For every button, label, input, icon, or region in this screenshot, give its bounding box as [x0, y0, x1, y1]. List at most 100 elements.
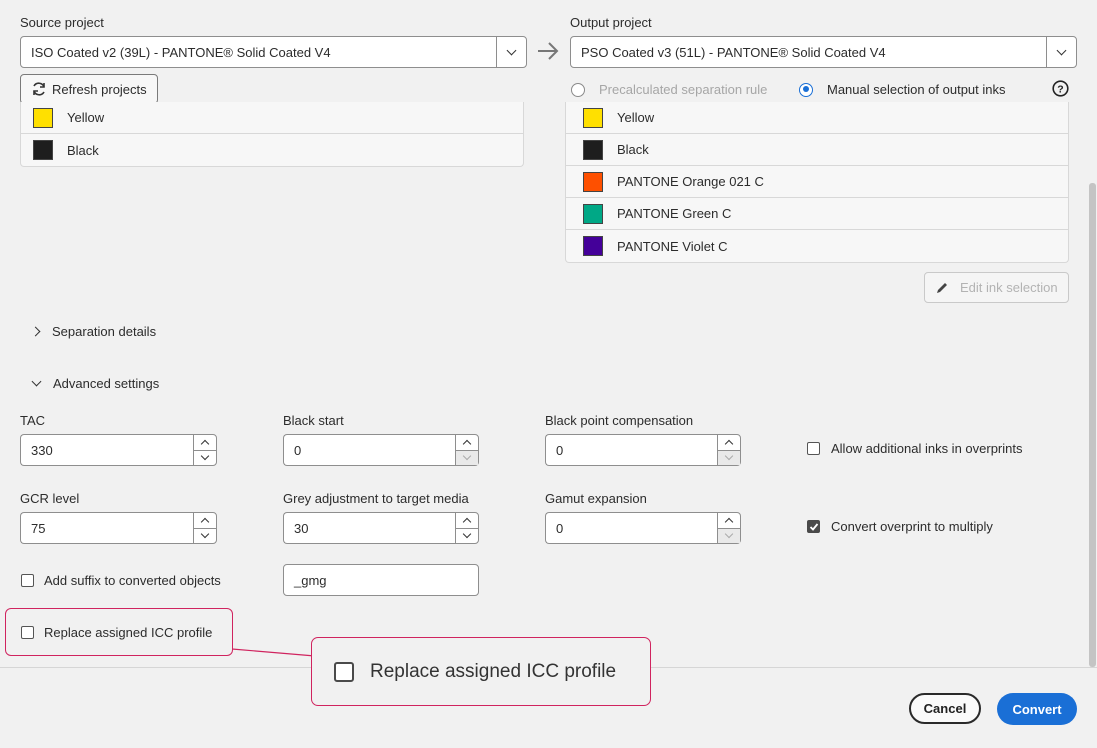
ink-name: PANTONE Violet C	[617, 238, 728, 254]
ink-name: Black	[67, 142, 99, 158]
grey-adjustment-stepper[interactable]: 30	[283, 512, 479, 544]
refresh-projects-label: Refresh projects	[52, 81, 147, 97]
checkbox-control[interactable]	[21, 574, 34, 587]
cancel-button[interactable]: Cancel	[909, 693, 981, 724]
list-item: PANTONE Green C	[566, 198, 1068, 230]
callout-label: Replace assigned ICC profile	[370, 660, 617, 682]
ink-swatch	[583, 203, 603, 224]
edit-ink-selection-button[interactable]: Edit ink selection	[924, 272, 1069, 303]
gamut-expansion-stepper[interactable]: 0	[545, 512, 741, 544]
ink-swatch	[583, 236, 603, 256]
radio-manual-label: Manual selection of output inks	[827, 82, 1006, 97]
bpc-stepper[interactable]: 0	[545, 434, 741, 466]
separation-details-toggle[interactable]: Separation details	[30, 324, 157, 339]
gcr-stepper[interactable]: 75	[20, 512, 217, 544]
increment-icon[interactable]	[194, 435, 216, 450]
list-item: PANTONE Orange 021 C	[566, 166, 1068, 198]
edit-ink-selection-label: Edit ink selection	[960, 280, 1058, 295]
convert-button[interactable]: Convert	[997, 693, 1077, 725]
list-item: Black	[566, 134, 1068, 166]
chevron-down-icon	[31, 376, 42, 387]
radio-precalculated[interactable]: Precalculated separation rule	[571, 82, 767, 97]
source-ink-list: Yellow Black	[20, 102, 524, 167]
ink-name: Black	[617, 142, 649, 157]
replace-icc-label: Replace assigned ICC profile	[44, 625, 213, 640]
black-start-stepper[interactable]: 0	[283, 434, 479, 466]
ink-name: PANTONE Green C	[617, 206, 732, 221]
separation-details-label: Separation details	[52, 324, 157, 339]
tac-label: TAC	[20, 413, 46, 428]
decrement-icon[interactable]	[194, 449, 216, 466]
help-icon[interactable]: ?	[1052, 80, 1069, 100]
increment-icon[interactable]	[194, 513, 216, 528]
increment-icon[interactable]	[456, 513, 478, 528]
output-project-dropdown[interactable]: PSO Coated v3 (51L) - PANTONE® Solid Coa…	[570, 36, 1077, 68]
decrement-icon[interactable]	[718, 449, 740, 465]
checkmark-icon	[809, 522, 818, 531]
black-start-label: Black start	[283, 413, 344, 428]
output-ink-list: Yellow Black PANTONE Orange 021 C PANTON…	[565, 102, 1069, 263]
list-item: Yellow	[566, 102, 1068, 134]
zoom-callout: Replace assigned ICC profile	[311, 637, 651, 706]
radio-manual-selection[interactable]: Manual selection of output inks	[799, 82, 1006, 97]
list-item: Yellow	[21, 102, 523, 134]
advanced-settings-label: Advanced settings	[53, 376, 160, 391]
arrow-right-icon	[536, 40, 560, 65]
radio-manual-control[interactable]	[799, 82, 813, 97]
svg-text:?: ?	[1057, 83, 1063, 95]
overprint-multiply-checkbox[interactable]: Convert overprint to multiply	[807, 519, 993, 534]
replace-icc-checkbox[interactable]: Replace assigned ICC profile	[21, 625, 212, 640]
increment-icon[interactable]	[718, 435, 740, 450]
tac-stepper[interactable]: 330	[20, 434, 217, 466]
gamut-expansion-input[interactable]: 0	[545, 512, 717, 544]
list-item: Black	[21, 134, 523, 166]
increment-icon[interactable]	[456, 435, 478, 450]
ink-swatch	[33, 107, 53, 128]
chevron-down-icon[interactable]	[1046, 37, 1076, 67]
callout-checkbox-icon	[334, 661, 354, 682]
refresh-icon	[31, 81, 47, 97]
add-suffix-label: Add suffix to converted objects	[44, 573, 221, 588]
ink-swatch	[583, 139, 603, 160]
decrement-icon[interactable]	[456, 527, 478, 544]
advanced-settings-toggle[interactable]: Advanced settings	[31, 376, 160, 391]
suffix-input[interactable]: _gmg	[283, 564, 479, 596]
bpc-input[interactable]: 0	[545, 434, 717, 466]
ink-name: PANTONE Orange 021 C	[617, 174, 764, 189]
gcr-input[interactable]: 75	[20, 512, 193, 544]
pencil-icon	[935, 281, 949, 295]
gamut-expansion-label: Gamut expansion	[545, 491, 647, 506]
bpc-label: Black point compensation	[545, 413, 694, 428]
checkbox-control[interactable]	[807, 442, 820, 455]
decrement-icon[interactable]	[718, 527, 740, 543]
callout-connector	[231, 648, 316, 657]
checkbox-control[interactable]	[807, 520, 820, 533]
ink-name: Yellow	[67, 110, 105, 125]
decrement-icon[interactable]	[456, 449, 478, 465]
black-start-input[interactable]: 0	[283, 434, 455, 466]
tac-input[interactable]: 330	[20, 434, 193, 466]
source-project-dropdown[interactable]: ISO Coated v2 (39L) - PANTONE® Solid Coa…	[20, 36, 527, 68]
allow-inks-checkbox[interactable]: Allow additional inks in overprints	[807, 441, 1022, 456]
chevron-down-icon[interactable]	[496, 37, 526, 67]
scrollbar-thumb[interactable]	[1089, 183, 1096, 667]
overprint-multiply-label: Convert overprint to multiply	[831, 519, 993, 534]
checkbox-control[interactable]	[21, 626, 34, 639]
radio-precalculated-control[interactable]	[571, 82, 585, 97]
gcr-label: GCR level	[20, 491, 80, 506]
ink-swatch	[583, 107, 603, 128]
ink-swatch	[583, 171, 603, 192]
add-suffix-checkbox[interactable]: Add suffix to converted objects	[21, 573, 221, 588]
list-item: PANTONE Violet C	[566, 230, 1068, 262]
radio-precalculated-label: Precalculated separation rule	[599, 82, 768, 97]
increment-icon[interactable]	[718, 513, 740, 528]
source-project-value: ISO Coated v2 (39L) - PANTONE® Solid Coa…	[31, 44, 331, 60]
ink-swatch	[33, 140, 53, 160]
grey-adjustment-input[interactable]: 30	[283, 512, 455, 544]
source-project-label: Source project	[20, 15, 104, 30]
decrement-icon[interactable]	[194, 527, 216, 544]
refresh-projects-button[interactable]: Refresh projects	[20, 74, 158, 104]
output-project-label: Output project	[570, 15, 652, 30]
grey-adjustment-label: Grey adjustment to target media	[283, 491, 469, 506]
ink-name: Yellow	[617, 110, 655, 125]
